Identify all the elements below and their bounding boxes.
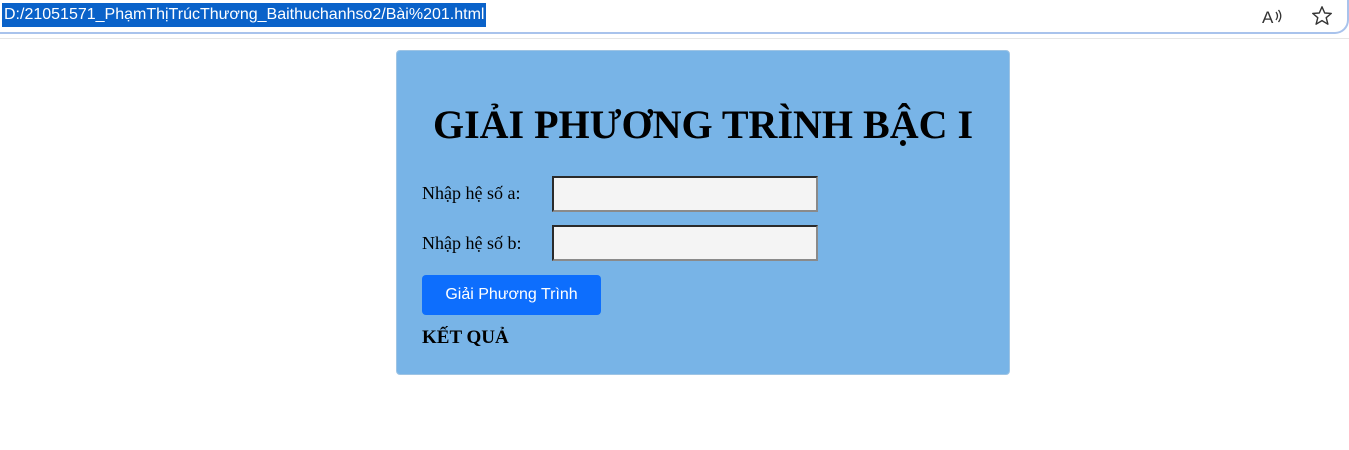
- equation-form-card: GIẢI PHƯƠNG TRÌNH BẬC I Nhập hệ số a: Nh…: [396, 50, 1010, 375]
- result-heading: KẾT QUẢ: [422, 327, 509, 348]
- coefficient-b-input[interactable]: [552, 225, 818, 261]
- read-aloud-icon[interactable]: A: [1259, 4, 1283, 28]
- coefficient-a-input[interactable]: [552, 176, 818, 212]
- solve-equation-button[interactable]: Giải Phương Trình: [422, 275, 601, 315]
- coefficient-b-label: Nhập hệ số b:: [422, 233, 522, 253]
- coefficient-a-label: Nhập hệ số a:: [422, 183, 521, 203]
- favorite-star-icon[interactable]: [1310, 4, 1334, 28]
- svg-text:A: A: [1262, 8, 1274, 27]
- toolbar-divider: [0, 38, 1349, 39]
- page-title: GIẢI PHƯƠNG TRÌNH BẬC I: [432, 102, 974, 147]
- address-bar: D:/21051571_PhạmThịTrúcThương_Baithuchan…: [0, 0, 1349, 34]
- url-field[interactable]: D:/21051571_PhạmThịTrúcThương_Baithuchan…: [2, 3, 487, 27]
